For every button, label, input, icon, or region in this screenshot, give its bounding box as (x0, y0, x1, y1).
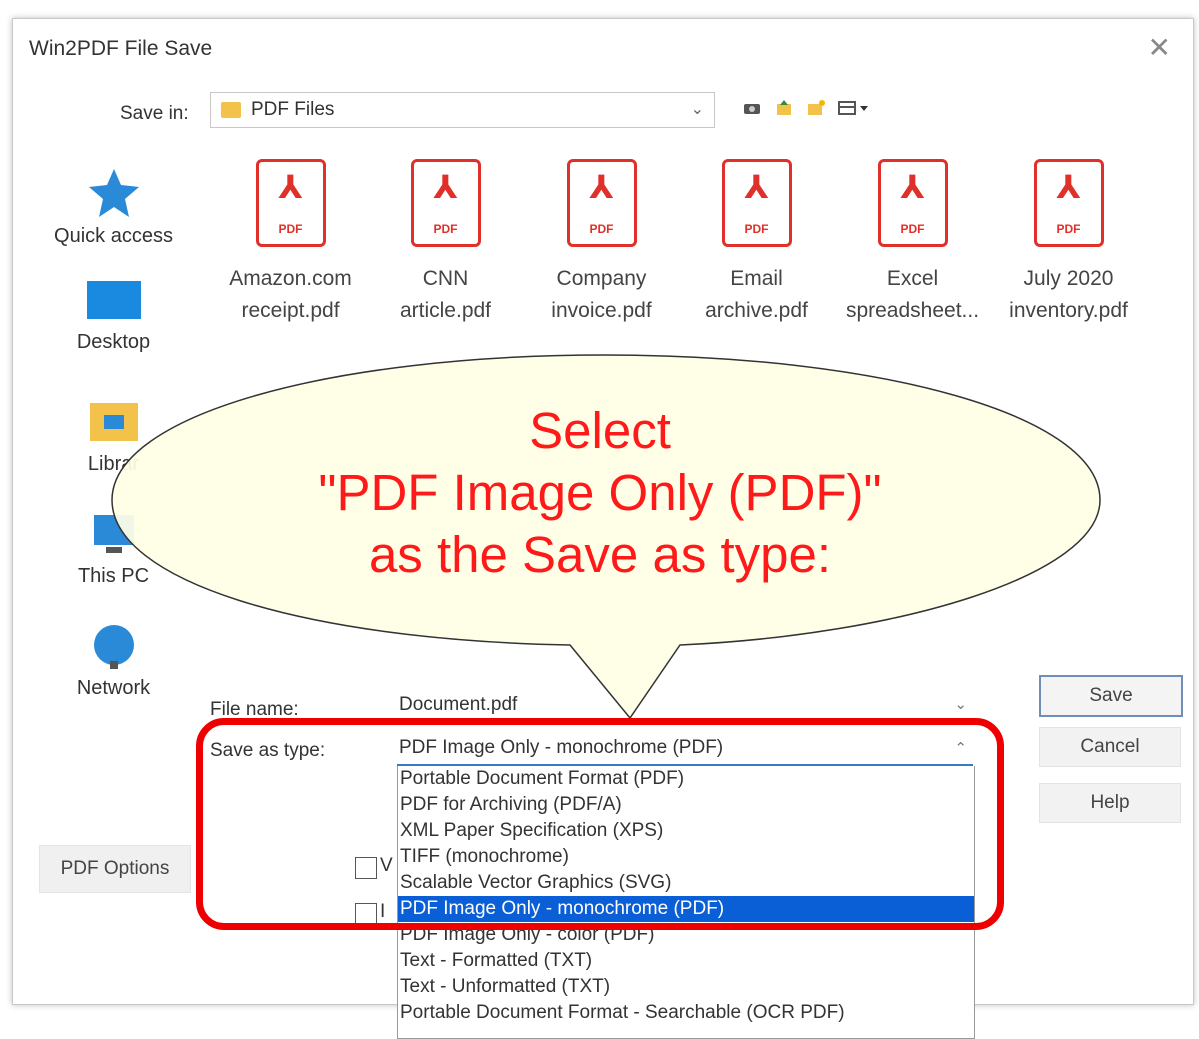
computer-icon (93, 515, 134, 553)
close-icon[interactable]: ✕ (1148, 31, 1171, 64)
back-icon[interactable] (741, 97, 763, 119)
chevron-down-icon[interactable]: ⌄ (954, 695, 967, 713)
pdf-file-icon: ⅄ PDF (1033, 159, 1104, 247)
file-item[interactable]: ⅄ PDF Email archive.pdf (679, 159, 834, 327)
pdf-file-icon: ⅄ PDF (566, 159, 637, 247)
place-desktop[interactable]: Desktop (31, 277, 196, 354)
callout-line-1: Select (529, 402, 671, 459)
file-name-line2: receipt.pdf (241, 299, 340, 322)
folder-icon (221, 102, 241, 118)
folder-toolbar (741, 97, 871, 119)
type-option[interactable]: Portable Document Format - Searchable (O… (398, 1000, 974, 1026)
type-option[interactable]: Text - Unformatted (TXT) (398, 974, 974, 1000)
desktop-icon (86, 281, 141, 319)
file-name-value: Document.pdf (399, 694, 518, 715)
file-name-line1: Excel (886, 267, 939, 290)
pdf-file-icon: ⅄ PDF (255, 159, 326, 247)
callout-line-2: "PDF Image Only (PDF)" (318, 464, 882, 521)
up-folder-icon[interactable] (773, 97, 795, 119)
pdf-file-icon: ⅄ PDF (410, 159, 481, 247)
star-icon (88, 169, 139, 217)
save-in-value: PDF Files (251, 99, 335, 120)
view-menu-icon[interactable] (837, 97, 871, 119)
file-name-line2: inventory.pdf (1009, 299, 1128, 322)
file-name-line1: CNN (422, 267, 469, 290)
pdf-file-icon: ⅄ PDF (877, 159, 948, 247)
save-in-dropdown[interactable]: PDF Files ⌄ (210, 92, 715, 128)
cancel-button[interactable]: Cancel (1039, 727, 1181, 767)
help-button[interactable]: Help (1039, 783, 1181, 823)
file-name-line1: Company (556, 267, 647, 290)
save-in-label: Save in: (120, 103, 189, 124)
libraries-icon (89, 403, 138, 441)
new-folder-icon[interactable] (805, 97, 827, 119)
place-quick-access[interactable]: Quick access (31, 165, 196, 248)
file-name-line1: Email (730, 267, 783, 290)
callout-text: Select "PDF Image Only (PDF)" as the Sav… (150, 400, 1050, 586)
file-name-line2: spreadsheet... (845, 299, 980, 322)
network-icon (93, 625, 134, 669)
pdf-file-icon: ⅄ PDF (721, 159, 792, 247)
file-name-line1: July 2020 (1023, 267, 1114, 290)
callout-line-3: as the Save as type: (368, 526, 832, 583)
pdf-options-button[interactable]: PDF Options (39, 845, 191, 893)
file-name-line2: archive.pdf (705, 299, 808, 322)
file-item[interactable]: ⅄ PDF Company invoice.pdf (524, 159, 679, 327)
chevron-down-icon: ⌄ (690, 101, 704, 118)
file-name-line2: article.pdf (399, 299, 492, 322)
file-list: ⅄ PDF Amazon.com receipt.pdf ⅄ PDF CNN art… (213, 159, 1153, 359)
file-name-line2: invoice.pdf (551, 299, 652, 322)
type-option[interactable]: Text - Formatted (TXT) (398, 948, 974, 974)
file-name-line1: Amazon.com (229, 267, 352, 290)
title-bar: Win2PDF File Save ✕ (13, 19, 1193, 81)
file-item[interactable]: ⅄ PDF Amazon.com receipt.pdf (213, 159, 368, 327)
file-item[interactable]: ⅄ PDF July 2020 inventory.pdf (991, 159, 1146, 327)
save-button[interactable]: Save (1039, 675, 1183, 717)
dialog-title: Win2PDF File Save (29, 37, 213, 60)
place-network[interactable]: Network (31, 621, 196, 700)
file-item[interactable]: ⅄ PDF CNN article.pdf (368, 159, 523, 327)
highlight-box (196, 718, 1004, 930)
file-item[interactable]: ⅄ PDF Excel spreadsheet... (835, 159, 990, 327)
